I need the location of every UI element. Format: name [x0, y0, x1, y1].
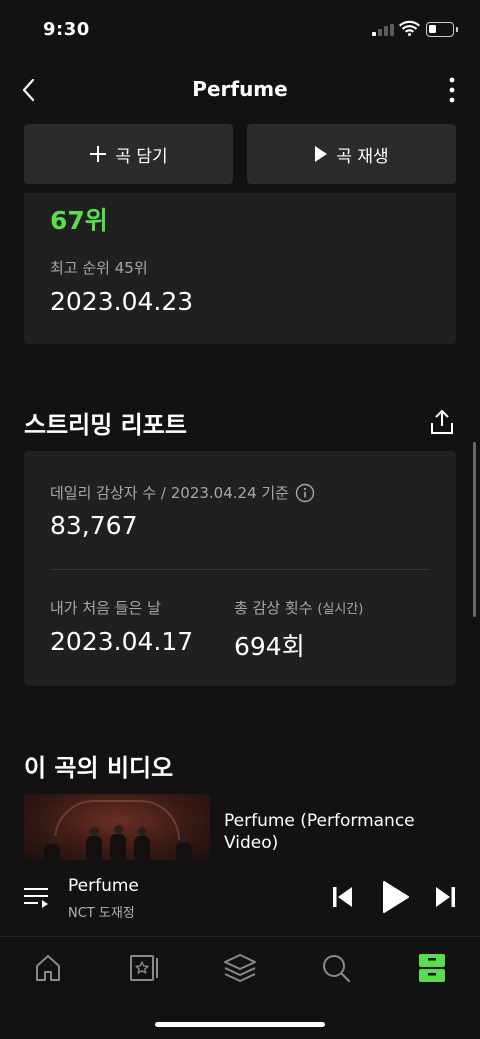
add-song-label: 곡 담기 — [115, 146, 168, 167]
next-track-icon[interactable] — [432, 884, 458, 910]
current-rank: 67위 — [50, 206, 108, 235]
play-song-label: 곡 재생 — [336, 146, 389, 167]
streaming-report-title: 스트리밍 리포트 — [24, 411, 187, 439]
chart-rank-card: 67위 최고 순위 45위 2023.04.23 — [24, 193, 456, 344]
thumbnail-figure — [176, 833, 192, 860]
thumbnail-figure — [44, 835, 60, 860]
status-bar: 9:30 — [0, 0, 480, 60]
daily-listeners-value: 83,767 — [50, 511, 138, 540]
scrollbar[interactable] — [473, 442, 476, 617]
nav-explore[interactable] — [222, 950, 258, 986]
home-indicator[interactable] — [155, 1022, 325, 1027]
more-options-button[interactable] — [440, 74, 464, 106]
nav-drawer[interactable] — [414, 950, 450, 986]
total-plays-label: 총 감상 횟수 (실시간) — [234, 597, 363, 618]
thumbnail-figure — [86, 827, 102, 860]
divider — [50, 569, 430, 570]
add-song-button[interactable]: 곡 담기 — [24, 124, 233, 184]
total-plays-label-text: 총 감상 횟수 — [234, 599, 313, 617]
first-listen-label: 내가 처음 들은 날 — [50, 599, 161, 617]
thumbnail-figure — [134, 827, 150, 860]
play-pause-icon[interactable] — [380, 880, 410, 914]
more-vertical-icon — [449, 77, 455, 103]
status-time: 9:30 — [43, 19, 90, 40]
streaming-report-card: 데일리 감상자 수 / 2023.04.24 기준 83,767 내가 처음 들… — [24, 451, 456, 686]
now-playing-title: Perfume — [68, 876, 139, 896]
header: Perfume — [0, 68, 480, 112]
home-icon — [36, 955, 60, 981]
play-song-button[interactable]: 곡 재생 — [247, 124, 456, 184]
nav-home[interactable] — [30, 950, 66, 986]
share-icon[interactable] — [428, 408, 456, 436]
layers-icon — [224, 954, 256, 982]
thumbnail-figure — [110, 825, 126, 860]
battery-icon — [426, 22, 458, 37]
queue-icon[interactable] — [22, 884, 50, 912]
storage-icon — [130, 955, 158, 981]
now-playing-artist: NCT 도재정 — [68, 906, 135, 921]
best-rank-label: 최고 순위 45위 — [50, 259, 148, 277]
cellular-signal-icon — [372, 24, 394, 36]
video-name[interactable]: Perfume (Performance Video) — [224, 810, 454, 854]
video-section-title: 이 곡의 비디오 — [24, 754, 174, 782]
previous-track-icon[interactable] — [330, 884, 356, 910]
drawer-icon — [419, 954, 445, 982]
nav-search[interactable] — [318, 950, 354, 986]
play-icon — [315, 146, 328, 162]
search-icon — [323, 955, 351, 983]
total-plays-label-suffix: (실시간) — [317, 602, 364, 617]
daily-listeners-label-text: 데일리 감상자 수 / 2023.04.24 기준 — [50, 484, 289, 502]
page-title: Perfume — [192, 77, 288, 101]
mini-player[interactable]: Perfume NCT 도재정 — [0, 860, 480, 936]
info-icon[interactable] — [295, 483, 315, 503]
video-thumbnail[interactable] — [24, 794, 210, 860]
daily-listeners-label: 데일리 감상자 수 / 2023.04.24 기준 — [50, 482, 315, 503]
plus-icon — [90, 146, 107, 162]
best-rank-date: 2023.04.23 — [50, 287, 194, 316]
first-listen-value: 2023.04.17 — [50, 627, 194, 656]
wifi-icon — [399, 20, 420, 36]
nav-storage[interactable] — [126, 950, 162, 986]
total-plays-value: 694회 — [234, 632, 305, 661]
